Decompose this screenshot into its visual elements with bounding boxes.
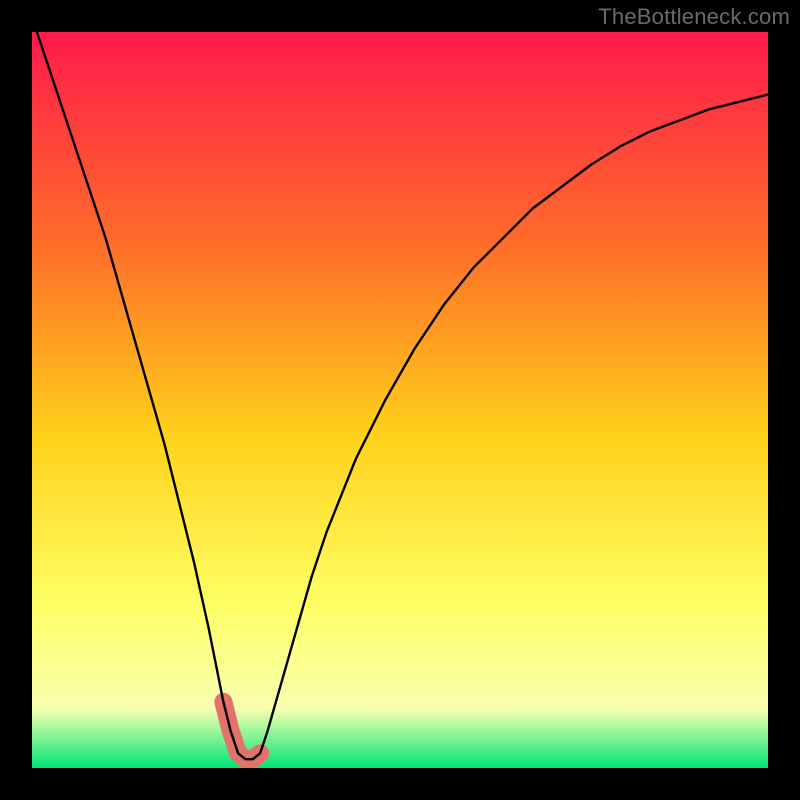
watermark-text: TheBottleneck.com (598, 4, 790, 30)
gradient-background (32, 32, 768, 768)
chart-frame (32, 32, 768, 768)
chart-svg (32, 32, 768, 768)
